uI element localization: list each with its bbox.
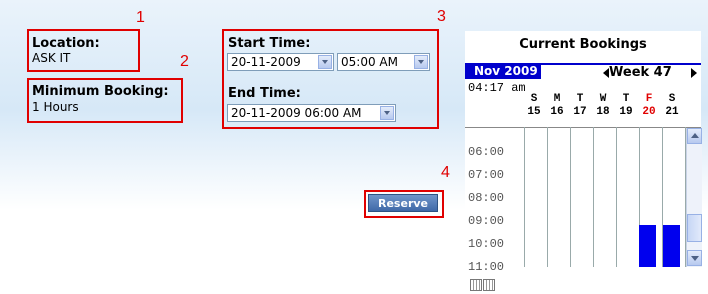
current-time: 04:17 am: [468, 81, 526, 95]
scroll-up-icon[interactable]: [687, 128, 702, 144]
min-booking-value: 1 Hours: [32, 100, 79, 114]
reserve-button[interactable]: Reserve: [368, 194, 438, 212]
day-divider: [547, 127, 548, 267]
start-date-select[interactable]: 20-11-2009: [227, 53, 334, 71]
scroll-down-icon[interactable]: [687, 250, 702, 266]
day-header: S 15: [527, 93, 541, 118]
chevron-down-icon[interactable]: [380, 106, 394, 120]
location-value: ASK IT: [32, 51, 71, 65]
start-date-value: 20-11-2009: [231, 55, 301, 69]
annotation-1: 1: [136, 9, 145, 26]
location-label: Location:: [32, 36, 100, 51]
min-booking-label: Minimum Booking:: [32, 84, 169, 99]
day-header: T 19: [619, 93, 633, 118]
chevron-down-icon[interactable]: [318, 55, 332, 69]
scroll-thumb[interactable]: [687, 214, 702, 242]
day-header-today: F 20: [642, 93, 656, 118]
month-label: Nov 2009: [465, 63, 541, 79]
hour-label: 09:00: [468, 214, 505, 228]
chevron-down-icon[interactable]: [414, 55, 428, 69]
next-week-icon[interactable]: [691, 68, 697, 78]
end-time-select[interactable]: 20-11-2009 06:00 AM: [227, 104, 396, 122]
day-divider: [616, 127, 617, 267]
month-view-icon[interactable]: [483, 279, 495, 291]
hour-label: 11:00: [468, 260, 505, 274]
annotation-3: 3: [437, 8, 446, 25]
calendar-title: Current Bookings: [519, 37, 647, 52]
start-time-value: 05:00 AM: [341, 55, 398, 69]
hour-label: 08:00: [468, 191, 505, 205]
hour-label: 10:00: [468, 237, 505, 251]
current-bookings-panel: Current Bookings Nov 2009 Week 47 04:17 …: [465, 31, 702, 293]
hour-label: 07:00: [468, 168, 505, 182]
start-time-select[interactable]: 05:00 AM: [337, 53, 430, 71]
day-header: T 17: [573, 93, 587, 118]
day-divider: [570, 127, 571, 267]
week-view-icon[interactable]: [470, 279, 482, 291]
week-label: Week 47: [609, 65, 672, 80]
day-divider: [593, 127, 594, 267]
annotation-2: 2: [180, 53, 189, 70]
day-divider: [524, 127, 525, 267]
calendar-scrollbar[interactable]: [686, 128, 702, 267]
day-header: W 18: [596, 93, 610, 118]
end-time-label: End Time:: [228, 86, 301, 101]
annotation-4: 4: [441, 164, 450, 181]
day-header: M 16: [550, 93, 564, 118]
booking-block-friday[interactable]: [639, 225, 656, 267]
start-time-label: Start Time:: [228, 36, 311, 51]
end-time-value: 20-11-2009 06:00 AM: [231, 106, 362, 120]
day-header: S 21: [665, 93, 679, 118]
booking-block-saturday[interactable]: [663, 225, 680, 267]
hour-label: 06:00: [468, 145, 505, 159]
